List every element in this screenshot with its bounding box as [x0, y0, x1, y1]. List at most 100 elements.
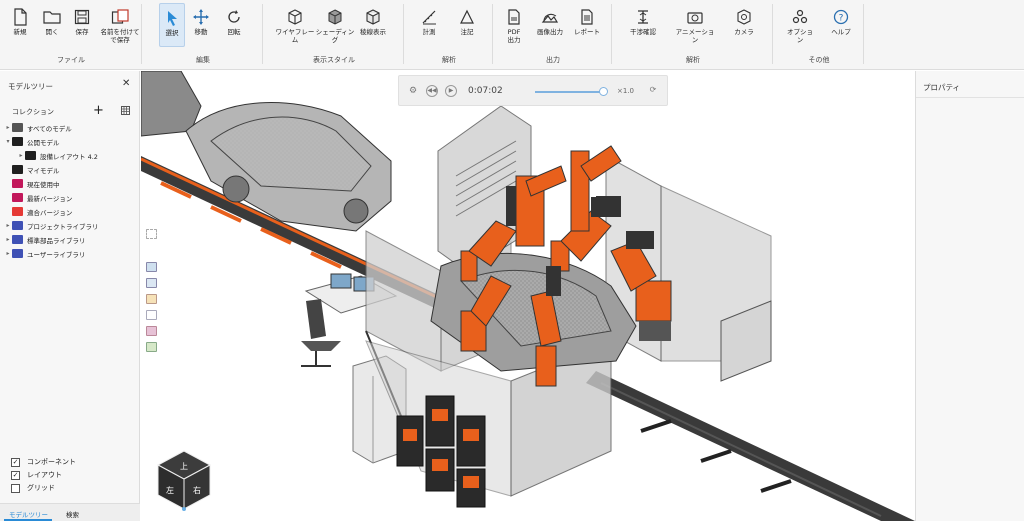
group-label-other: その他	[808, 56, 830, 64]
grid-view-icon[interactable]	[121, 106, 130, 115]
svg-text:?: ?	[839, 14, 844, 24]
playback-speed[interactable]: ×1.0	[617, 87, 634, 95]
tree-item[interactable]: 現在使用中	[4, 177, 60, 190]
checkbox[interactable]: ✓	[11, 470, 20, 480]
ribbon-group-display: ワイヤフレーム シェーディング 稜線表示 表示スタイル	[264, 0, 404, 70]
new-button[interactable]: 新規	[6, 3, 34, 47]
group-label-analysis: 解析	[442, 56, 456, 64]
folder-icon	[12, 179, 23, 188]
help-button[interactable]: ? ヘルプ	[826, 3, 856, 47]
tree-item[interactable]: 最新バージョン	[4, 191, 72, 204]
move-button[interactable]: 移動	[188, 3, 214, 47]
save-as-button[interactable]: 名前を付けて で保存	[98, 3, 142, 47]
ribbon-group-edit: 選択 移動 回転 編集	[143, 0, 263, 70]
wireframe-button[interactable]: ワイヤフレーム	[274, 3, 316, 47]
checkbox[interactable]	[11, 483, 20, 493]
annotation-button[interactable]: 注記	[453, 3, 481, 47]
collection-label: コレクション	[12, 108, 54, 116]
settings-gear-icon[interactable]: ⚙	[407, 85, 419, 97]
view-cube-top-label[interactable]: 上	[180, 462, 188, 471]
open-button[interactable]: 開く	[38, 3, 66, 47]
options-button[interactable]: オプション	[784, 3, 816, 47]
all-models-icon	[12, 123, 23, 132]
tree-item[interactable]: 適合バージョン	[4, 205, 72, 218]
tree-item-label: 最新バージョン	[27, 194, 73, 203]
chevron-icon[interactable]: ▾	[4, 138, 12, 145]
chevron-icon[interactable]: ▸	[4, 250, 12, 257]
new-file-icon	[14, 8, 27, 26]
help-icon: ?	[833, 9, 849, 25]
tree-item[interactable]: ▸ 標準部品ライブラリ	[4, 233, 86, 246]
folder-icon	[12, 193, 23, 202]
highlight-icon[interactable]	[146, 294, 157, 304]
tree-item-label: すべてのモデル	[27, 124, 72, 133]
edges-button[interactable]: 稜線表示	[356, 3, 390, 47]
properties-panel: プロパティ	[915, 71, 1024, 521]
checkbox[interactable]: ✓	[11, 457, 20, 467]
chevron-icon[interactable]: ▸	[4, 124, 12, 131]
tab-model-tree[interactable]: モデルツリー	[9, 509, 48, 519]
ribbon-group-other: オプション ? ヘルプ その他	[774, 0, 864, 70]
3d-viewport[interactable]: ⚙ ◀◀ ▶ 0:07:02 ×1.0 ⟳ 上 左 右	[141, 71, 915, 521]
tree-item-label: マイモデル	[27, 166, 60, 175]
playback-slider-track[interactable]	[535, 91, 603, 93]
measure-button[interactable]: 計測	[415, 3, 443, 47]
camera-icon	[737, 9, 751, 25]
ribbon-group-analysis-2: 干渉確認 アニメーション カメラ 解析	[613, 0, 773, 70]
report-button[interactable]: レポート	[572, 3, 602, 47]
measure-icon	[422, 10, 436, 25]
animation-playback-bar: ⚙ ◀◀ ▶ 0:07:02 ×1.0 ⟳	[398, 75, 668, 106]
interference-button[interactable]: 干渉確認	[627, 3, 659, 47]
wireframe-cube-icon	[288, 9, 302, 25]
save-as-icon	[111, 9, 129, 24]
play-icon[interactable]: ▶	[445, 85, 457, 97]
loop-icon[interactable]: ⟳	[647, 85, 659, 97]
playback-slider-handle[interactable]	[599, 87, 608, 96]
measure-line-icon[interactable]	[146, 310, 157, 320]
chevron-icon[interactable]: ▸	[4, 236, 12, 243]
tree-item[interactable]: ▾ 公開モデル	[4, 135, 60, 148]
close-icon[interactable]: ✕	[122, 78, 130, 89]
color-palette-icon[interactable]	[146, 326, 157, 336]
camera-button[interactable]: カメラ	[729, 3, 759, 47]
pdf-export-button[interactable]: PDF 出力	[500, 3, 528, 47]
save-button[interactable]: 保存	[68, 3, 96, 47]
chevron-icon[interactable]: ▸	[17, 152, 25, 159]
tree-item[interactable]: ▸ プロジェクトライブラリ	[4, 219, 99, 232]
checkbox-grid[interactable]: グリッド	[11, 482, 55, 494]
factory-scene[interactable]	[141, 71, 915, 521]
layer-icon[interactable]	[146, 278, 157, 288]
library-icon	[12, 249, 23, 258]
select-button[interactable]: 選択	[159, 3, 185, 47]
distribution-icon[interactable]	[146, 342, 157, 352]
checkbox-components[interactable]: ✓ コンポーネント	[11, 456, 76, 468]
fit-view-icon[interactable]	[146, 229, 157, 239]
tab-search[interactable]: 検索	[66, 509, 79, 519]
tree-item[interactable]: ▸ ユーザーライブラリ	[4, 247, 85, 260]
rewind-icon[interactable]: ◀◀	[426, 85, 438, 97]
chevron-icon[interactable]: ▸	[4, 222, 12, 229]
collection-header: コレクション +	[0, 103, 140, 119]
animation-button[interactable]: アニメーション	[673, 3, 717, 47]
tree-item[interactable]: ▸ すべてのモデル	[4, 121, 72, 134]
checkbox-layout[interactable]: ✓ レイアウト	[11, 469, 62, 481]
view-cube-left-label[interactable]: 左	[166, 485, 174, 495]
interference-icon	[638, 10, 648, 24]
group-label-display: 表示スタイル	[313, 56, 355, 64]
view-cube-right-label[interactable]: 右	[193, 485, 201, 495]
rotate-button[interactable]: 回転	[221, 3, 247, 47]
tree-item-label: 設備レイアウト 4.2	[40, 152, 98, 161]
image-export-button[interactable]: 画像出力	[532, 3, 568, 47]
section-view-icon[interactable]	[146, 262, 157, 272]
move-icon	[193, 9, 209, 25]
tree-item[interactable]: ▸ 設備レイアウト 4.2	[17, 149, 98, 162]
rotate-icon	[228, 10, 240, 23]
tree-item[interactable]: マイモデル	[4, 163, 60, 176]
tree-item-label: プロジェクトライブラリ	[27, 222, 99, 231]
viewport-side-toolbar	[144, 226, 160, 361]
conveyor-rail-lower	[586, 371, 915, 521]
tree-item-label: 適合バージョン	[27, 208, 73, 217]
add-icon[interactable]: +	[93, 103, 104, 118]
view-cube[interactable]: 上 左 右	[154, 449, 214, 511]
shading-button[interactable]: シェーディング	[314, 3, 356, 47]
